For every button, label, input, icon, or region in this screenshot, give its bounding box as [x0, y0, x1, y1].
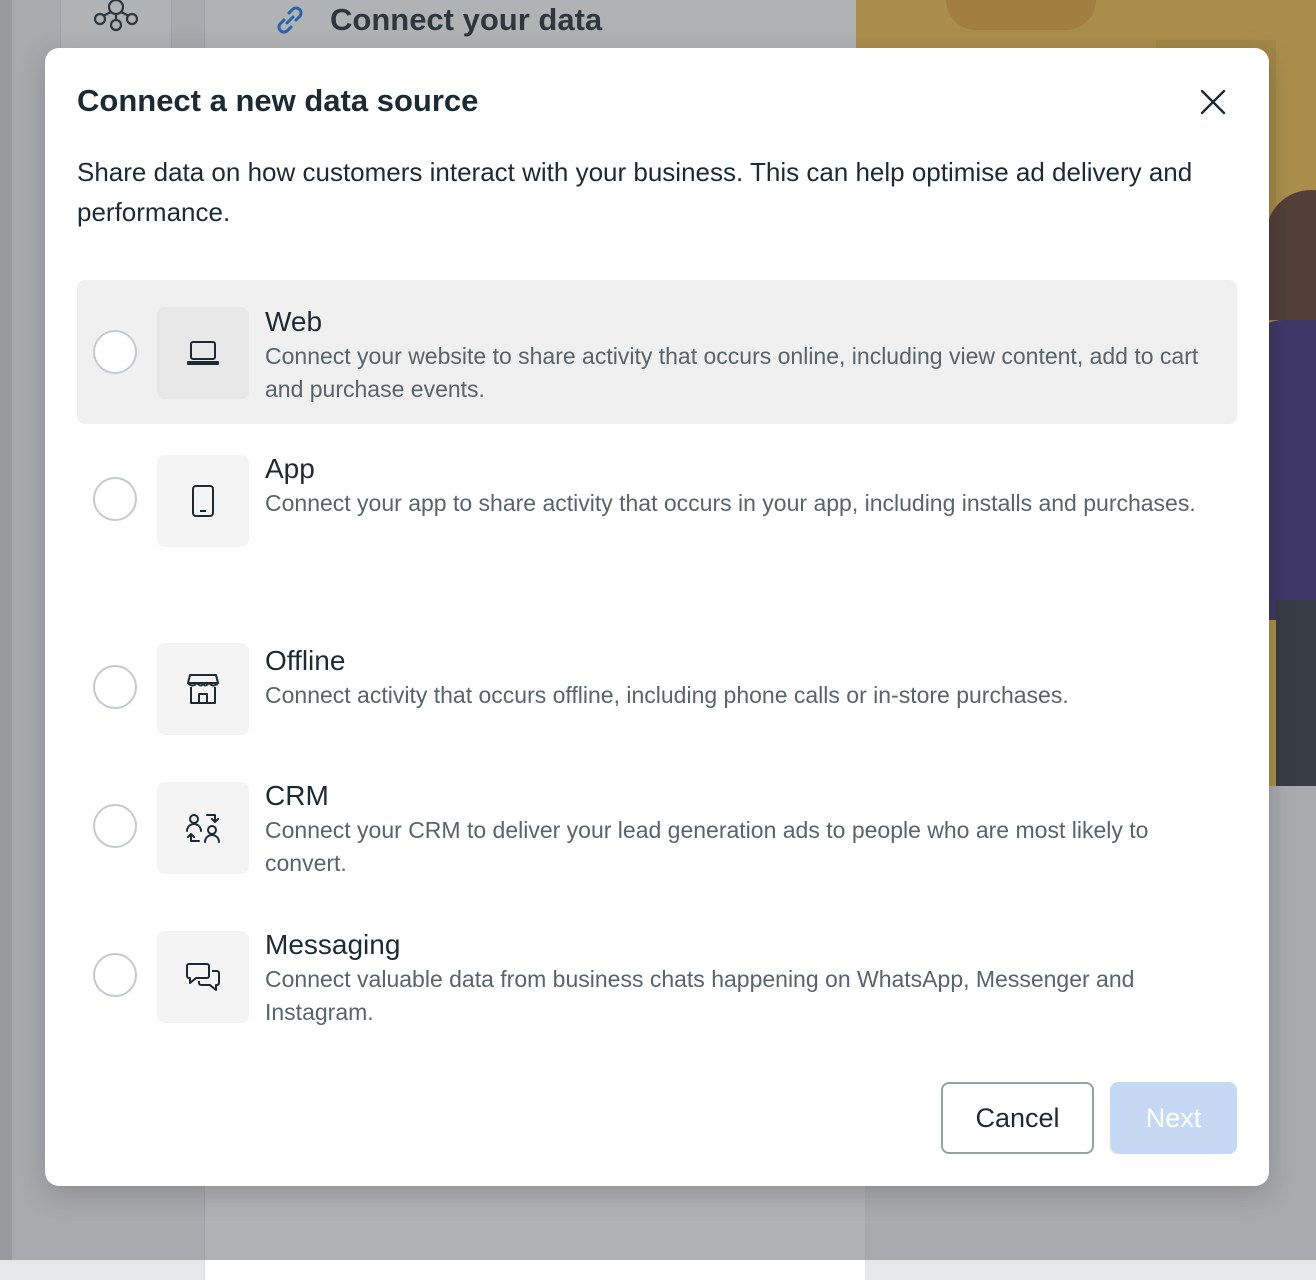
dialog-description: Share data on how customers interact wit…	[77, 157, 1193, 227]
radio-messaging[interactable]	[93, 953, 137, 997]
icon-tile-messaging	[157, 931, 249, 1023]
radio-app[interactable]	[93, 477, 137, 521]
radio-offline[interactable]	[93, 665, 137, 709]
option-offline[interactable]: Offline Connect activity that occurs off…	[77, 577, 1237, 735]
option-web-text: Web Connect your website to share activi…	[265, 304, 1205, 406]
option-title: Web	[265, 306, 323, 337]
icon-tile-web	[157, 307, 249, 399]
option-description: Connect your app to share activity that …	[265, 490, 1196, 516]
option-description: Connect your website to share activity t…	[265, 343, 1199, 402]
option-crm[interactable]: CRM Connect your CRM to deliver your lea…	[77, 716, 1237, 876]
option-app[interactable]: App Connect your app to share activity t…	[77, 429, 1237, 569]
phone-icon	[192, 485, 214, 517]
chat-bubbles-icon	[186, 963, 220, 991]
option-app-text: App Connect your app to share activity t…	[265, 451, 1205, 520]
store-icon	[187, 674, 219, 704]
people-sync-icon	[186, 814, 220, 843]
cancel-button[interactable]: Cancel	[941, 1082, 1094, 1154]
connect-data-source-dialog: Connect a new data source Share data on …	[45, 48, 1269, 1186]
option-title: Offline	[265, 645, 346, 676]
dialog-title: Connect a new data source	[77, 83, 479, 118]
radio-crm[interactable]	[93, 804, 137, 848]
close-button[interactable]	[1191, 80, 1235, 124]
option-title: App	[265, 453, 315, 484]
option-web[interactable]: Web Connect your website to share activi…	[77, 280, 1237, 424]
option-title: CRM	[265, 780, 329, 811]
radio-web[interactable]	[93, 330, 137, 374]
next-button[interactable]: Next	[1110, 1082, 1237, 1154]
option-messaging-text: Messaging Connect valuable data from bus…	[265, 927, 1205, 1029]
option-offline-text: Offline Connect activity that occurs off…	[265, 643, 1205, 712]
option-description: Connect activity that occurs offline, in…	[265, 682, 1069, 708]
option-description: Connect valuable data from business chat…	[265, 966, 1135, 1025]
close-icon	[1200, 89, 1226, 115]
icon-tile-crm	[157, 782, 249, 874]
option-messaging[interactable]: Messaging Connect valuable data from bus…	[77, 865, 1237, 1025]
laptop-icon	[187, 341, 219, 365]
icon-tile-app	[157, 455, 249, 547]
option-title: Messaging	[265, 929, 401, 960]
